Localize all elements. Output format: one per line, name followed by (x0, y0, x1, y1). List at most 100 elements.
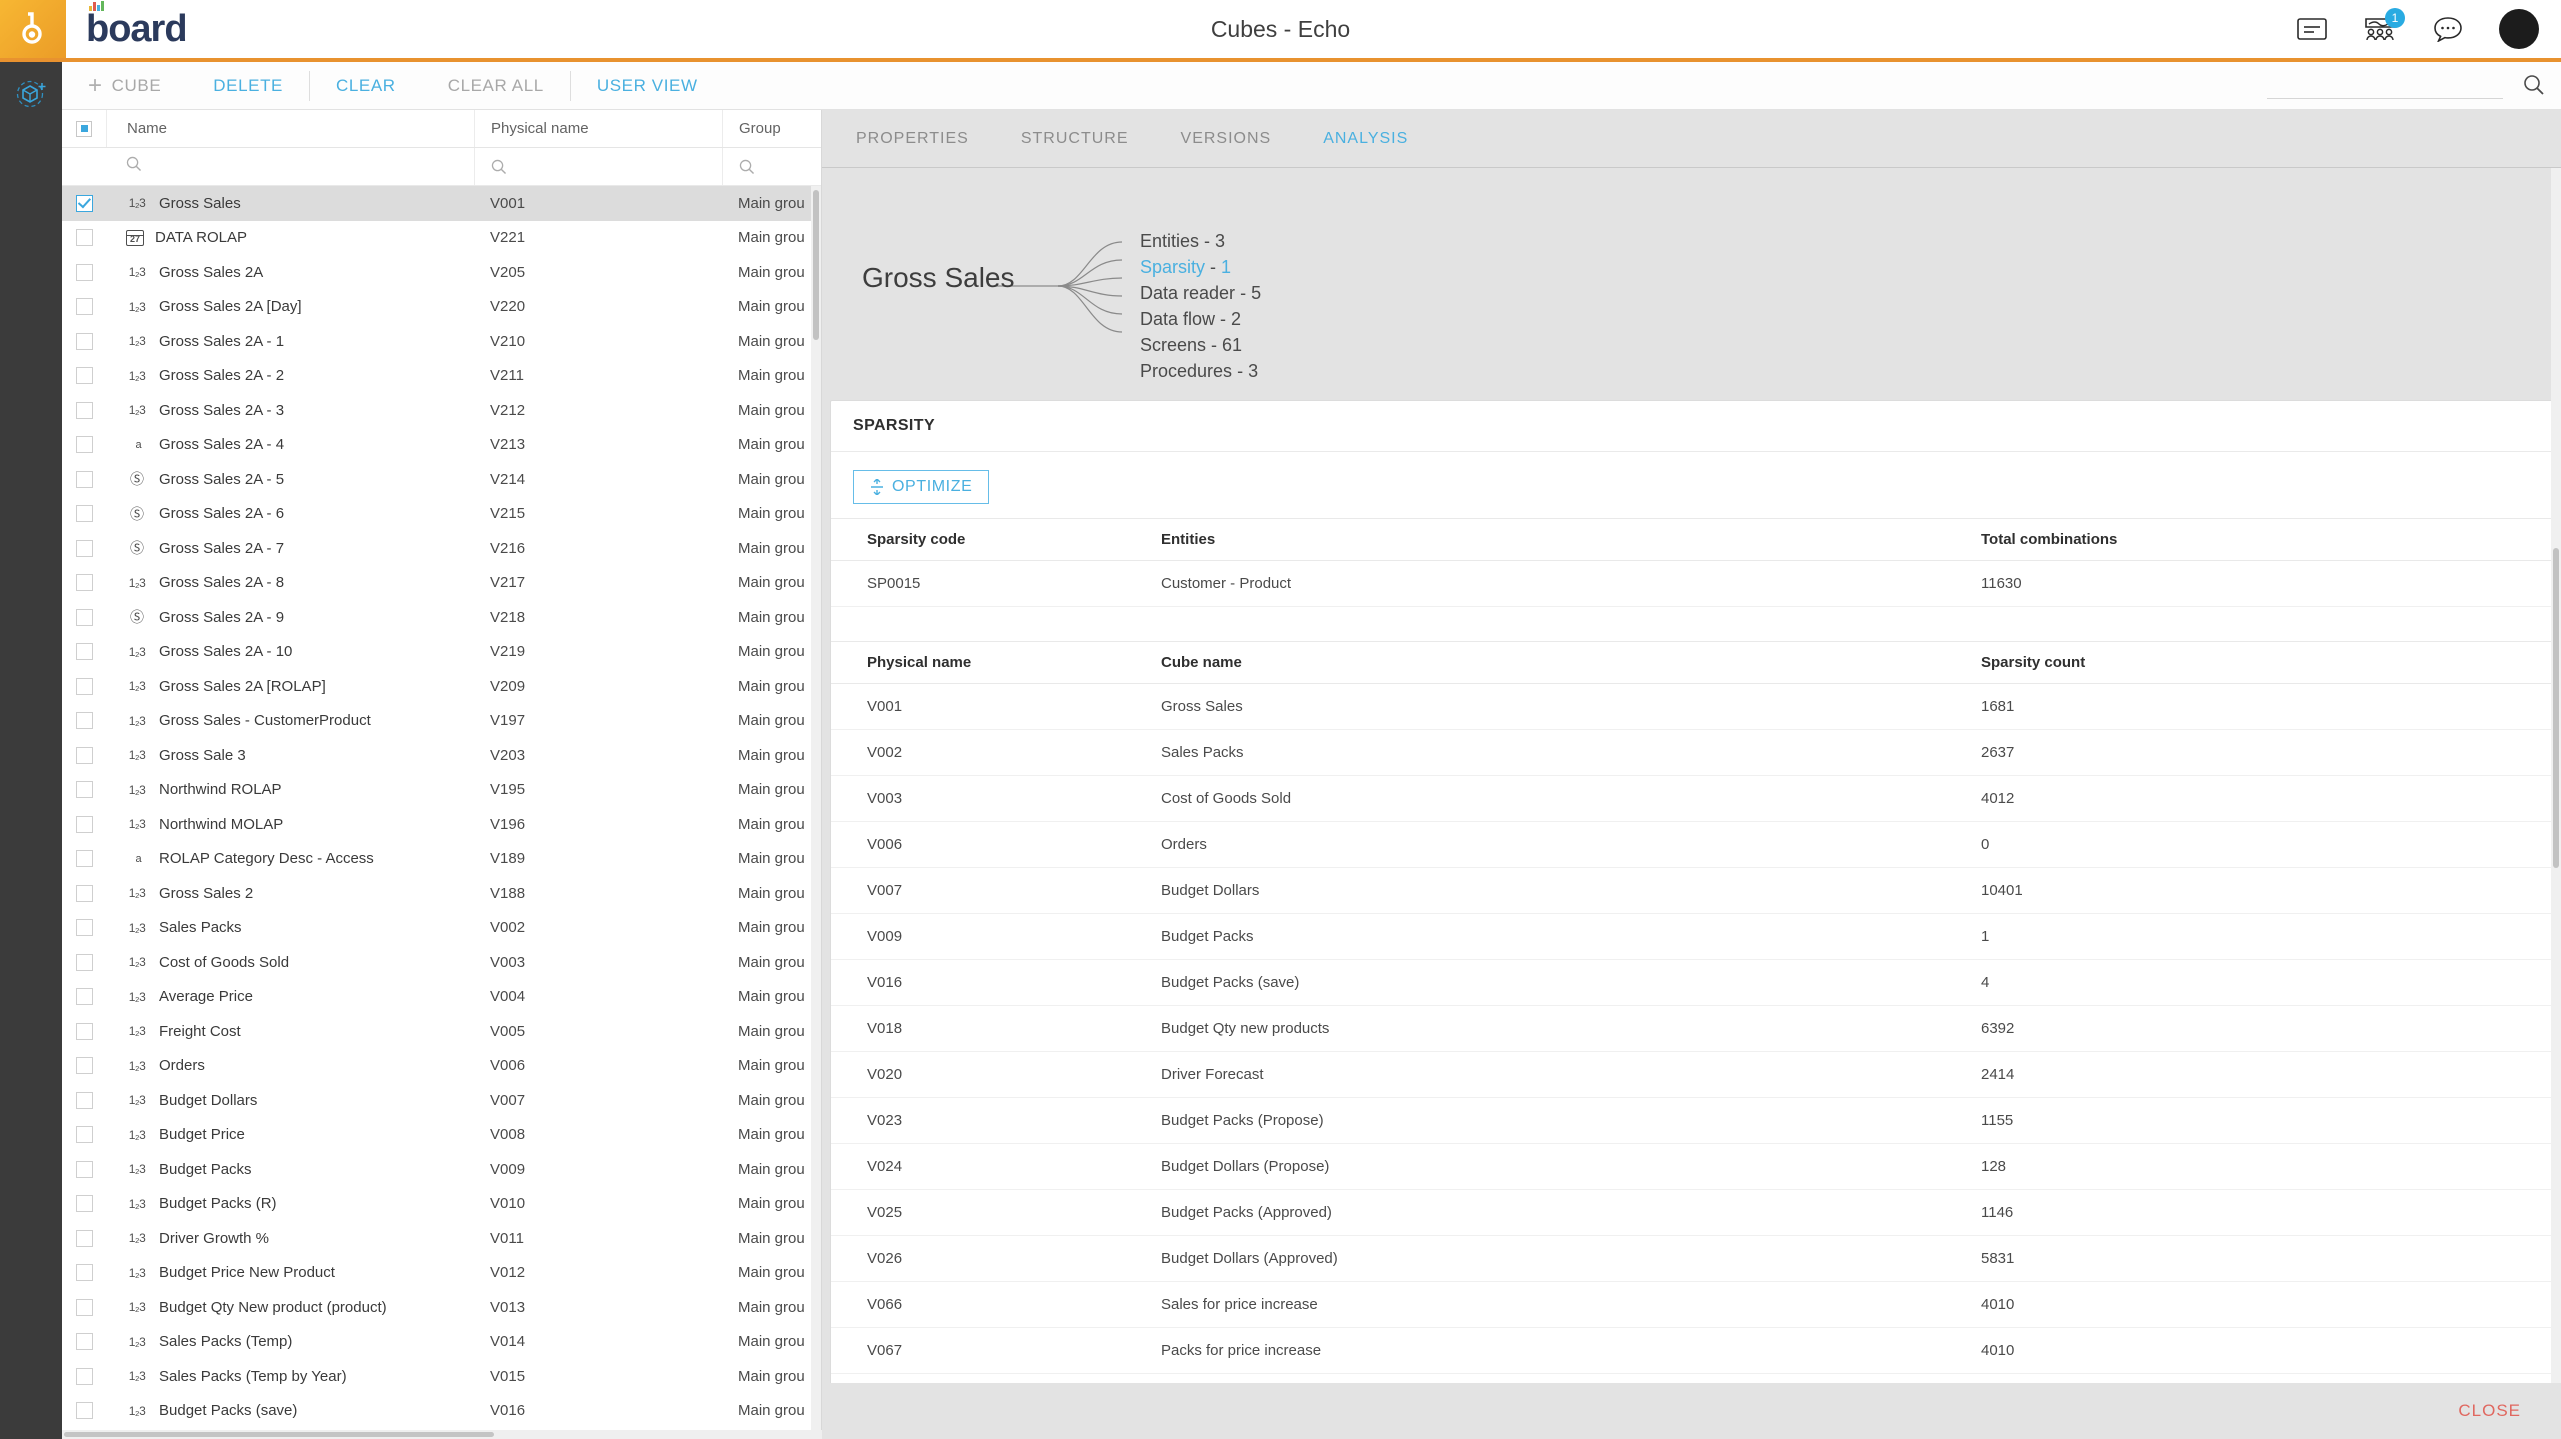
row-select-cell[interactable] (62, 747, 106, 764)
row-select-cell[interactable] (62, 954, 106, 971)
table-row[interactable]: SP0015 Customer - Product 11630 (831, 561, 2552, 607)
table-row[interactable]: Budget Price V008 Main grou (62, 1118, 821, 1153)
table-row[interactable]: V020 Driver Forecast 2414 (831, 1052, 2552, 1098)
table-row[interactable]: V066 Sales for price increase 4010 (831, 1282, 2552, 1328)
row-select-cell[interactable] (62, 1333, 106, 1350)
table-row[interactable]: Cost of Goods Sold V003 Main grou (62, 945, 821, 980)
row-select-cell[interactable] (62, 1230, 106, 1247)
row-checkbox[interactable] (76, 747, 93, 764)
row-select-cell[interactable] (62, 402, 106, 419)
table-row[interactable]: Gross Sales 2A [Day] V220 Main grou (62, 290, 821, 325)
table-row[interactable]: Gross Sales - CustomerProduct V197 Main gr… (62, 704, 821, 739)
row-checkbox[interactable] (76, 402, 93, 419)
add-cube-icon[interactable] (0, 62, 62, 124)
table-row[interactable]: V024 Budget Dollars (Propose) 128 (831, 1144, 2552, 1190)
row-checkbox[interactable] (76, 1092, 93, 1109)
table-row[interactable]: ROLAP Category Desc - Access V189 Main gro… (62, 842, 821, 877)
table-row[interactable]: 27 DATA ROLAP V221 Main grou (62, 221, 821, 256)
row-checkbox[interactable] (76, 264, 93, 281)
row-checkbox[interactable] (76, 574, 93, 591)
row-checkbox[interactable] (76, 1126, 93, 1143)
table-row[interactable]: Ⓢ Gross Sales 2A - 7 V216 Main grou (62, 531, 821, 566)
table-row[interactable]: Gross Sales 2A - 4 V213 Main grou (62, 428, 821, 463)
table-row[interactable]: Budget DollarsV007Main grou (62, 1083, 821, 1118)
row-checkbox[interactable] (76, 471, 93, 488)
row-checkbox[interactable] (76, 816, 93, 833)
row-checkbox[interactable] (76, 643, 93, 660)
tab-properties[interactable]: PROPERTIES (830, 110, 995, 167)
delete-button[interactable]: DELETE (187, 62, 309, 109)
row-checkbox[interactable] (76, 919, 93, 936)
detail-col-count[interactable]: Sparsity count (1981, 642, 2552, 684)
table-row[interactable]: V002 Sales Packs 2637 (831, 730, 2552, 776)
column-header-name[interactable]: Name (106, 110, 474, 147)
row-select-cell[interactable] (62, 333, 106, 350)
summary-col-entities[interactable]: Entities (1161, 519, 1981, 561)
row-select-cell[interactable] (62, 816, 106, 833)
row-select-cell[interactable] (62, 643, 106, 660)
table-row[interactable]: Driver Growth % V011 Main grou (62, 1221, 821, 1256)
table-row[interactable]: Gross Sales 2A - 8V217Main grou (62, 566, 821, 601)
row-checkbox[interactable] (76, 1195, 93, 1212)
row-select-cell[interactable] (62, 1057, 106, 1074)
row-checkbox[interactable] (76, 540, 93, 557)
table-row[interactable]: Budget Packs (save) V016 Main grou (62, 1394, 821, 1429)
cube-list-hscrollbar[interactable] (62, 1430, 822, 1439)
row-select-cell[interactable] (62, 919, 106, 936)
row-select-cell[interactable] (62, 471, 106, 488)
table-row[interactable]: Budget Packs (R) V010 Main grou (62, 1187, 821, 1222)
table-row[interactable]: V009 Budget Packs 1 (831, 914, 2552, 960)
row-select-cell[interactable] (62, 505, 106, 522)
table-row[interactable]: Ⓢ Gross Sales 2A - 5 V214 Main grou (62, 462, 821, 497)
add-cube-button[interactable]: + CUBE (62, 62, 187, 109)
row-checkbox[interactable] (76, 1368, 93, 1385)
row-select-cell[interactable] (62, 850, 106, 867)
row-checkbox[interactable] (76, 954, 93, 971)
row-checkbox[interactable] (76, 1333, 93, 1350)
search-input[interactable] (2267, 73, 2503, 98)
row-select-cell[interactable] (62, 781, 106, 798)
table-row[interactable]: V007 Budget Dollars 10401 (831, 868, 2552, 914)
clear-button[interactable]: CLEAR (310, 62, 422, 109)
select-all-checkbox[interactable] (76, 121, 92, 137)
tab-versions[interactable]: VERSIONS (1155, 110, 1298, 167)
table-row[interactable]: Average PriceV004Main grou (62, 980, 821, 1015)
row-checkbox[interactable] (76, 367, 93, 384)
chat-icon[interactable] (2431, 12, 2465, 46)
table-row[interactable]: Sales Packs (Temp by Year)V015Main grou (62, 1359, 821, 1394)
row-select-cell[interactable] (62, 1023, 106, 1040)
table-row[interactable]: Ⓢ Gross Sales 2A - 9 V218 Main grou (62, 600, 821, 635)
table-row[interactable]: V025 Budget Packs (Approved) 1146 (831, 1190, 2552, 1236)
table-row[interactable]: Gross Sales 2A - 1 V210 Main grou (62, 324, 821, 359)
row-select-cell[interactable] (62, 1092, 106, 1109)
filter-group[interactable] (722, 148, 821, 185)
summary-col-total[interactable]: Total combinations (1981, 519, 2552, 561)
row-select-cell[interactable] (62, 609, 106, 626)
user-avatar[interactable] (2499, 9, 2539, 49)
table-row[interactable]: Northwind MOLAPV196Main grou (62, 807, 821, 842)
row-select-cell[interactable] (62, 885, 106, 902)
table-row[interactable]: V001 Gross Sales 1681 (831, 684, 2552, 730)
table-row[interactable]: V018 Budget Qty new products 6392 (831, 1006, 2552, 1052)
row-select-cell[interactable] (62, 540, 106, 557)
row-select-cell[interactable] (62, 436, 106, 453)
table-row[interactable]: V016 Budget Packs (save) 4 (831, 960, 2552, 1006)
select-all-cell[interactable] (62, 121, 106, 137)
app-logo-tile[interactable] (0, 0, 66, 58)
table-row[interactable]: Sales PacksV002Main grou (62, 911, 821, 946)
detail-scrollbar[interactable] (2551, 168, 2561, 1383)
row-checkbox[interactable] (76, 781, 93, 798)
row-select-cell[interactable] (62, 574, 106, 591)
row-checkbox[interactable] (76, 988, 93, 1005)
table-row[interactable]: Northwind ROLAPV195Main grou (62, 773, 821, 808)
row-select-cell[interactable] (62, 1368, 106, 1385)
row-checkbox[interactable] (76, 195, 93, 212)
table-row[interactable]: V003 Cost of Goods Sold 4012 (831, 776, 2552, 822)
row-checkbox[interactable] (76, 712, 93, 729)
table-row[interactable]: Gross Sales V001 Main grou (62, 186, 821, 221)
table-row[interactable]: Sales Packs (Temp) V014 Main grou (62, 1325, 821, 1360)
summary-col-code[interactable]: Sparsity code (831, 519, 1161, 561)
row-select-cell[interactable] (62, 298, 106, 315)
table-row[interactable]: Budget Price New ProductV012Main grou (62, 1256, 821, 1291)
row-checkbox[interactable] (76, 609, 93, 626)
